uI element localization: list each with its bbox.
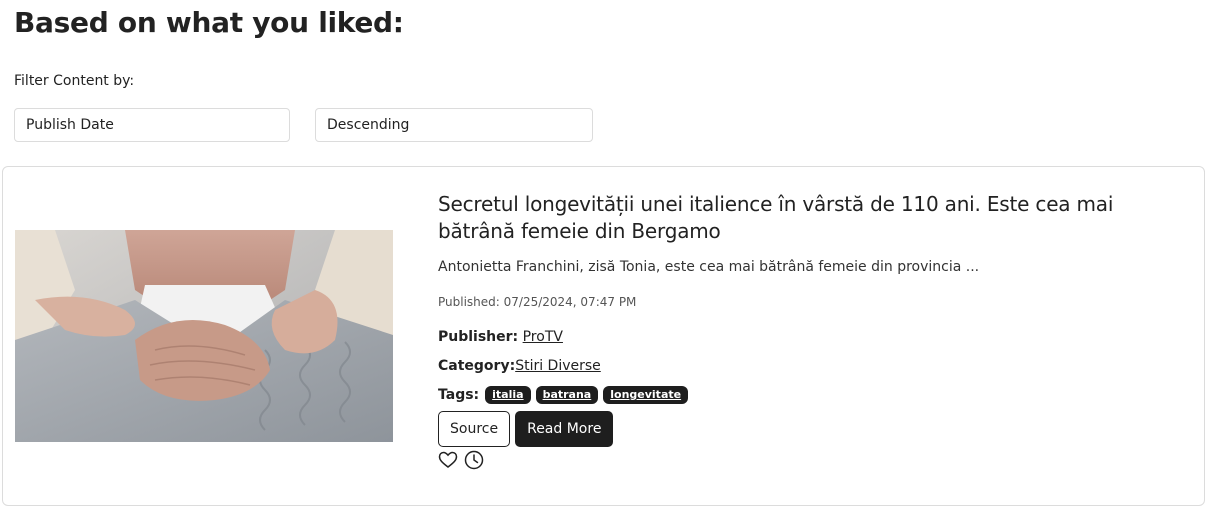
sort-field-value: Publish Date	[26, 117, 114, 133]
article-content: Secretul longevității unei italience în …	[438, 191, 1178, 470]
read-more-button[interactable]: Read More	[515, 411, 614, 447]
sort-order-select[interactable]: Descending	[315, 108, 593, 142]
article-image[interactable]	[15, 230, 393, 442]
article-published-date: Published: 07/25/2024, 07:47 PM	[438, 295, 637, 309]
heart-icon[interactable]	[438, 450, 458, 470]
article-card: Secretul longevității unei italience în …	[2, 166, 1205, 506]
category-label: Category:	[438, 358, 516, 374]
recommendations-page: Based on what you liked: Filter Content …	[0, 0, 1208, 516]
filter-label: Filter Content by:	[14, 73, 135, 89]
tags-label: Tags:	[438, 387, 480, 403]
tag-italia[interactable]: italia	[485, 386, 531, 404]
page-title: Based on what you liked:	[14, 6, 404, 39]
article-excerpt: Antonietta Franchini, zisă Tonia, este c…	[438, 259, 980, 275]
source-button[interactable]: Source	[438, 411, 511, 447]
tag-batrana[interactable]: batrana	[535, 386, 599, 404]
tags-line: Tags: italia batrana longevitate	[438, 386, 1178, 404]
article-title[interactable]: Secretul longevității unei italience în …	[438, 191, 1178, 245]
sort-order-value: Descending	[327, 117, 410, 133]
publisher-link[interactable]: ProTV	[523, 329, 563, 345]
article-actions: Source Read More	[438, 411, 1178, 447]
clock-icon[interactable]	[464, 450, 484, 470]
tag-longevitate[interactable]: longevitate	[603, 386, 689, 404]
article-photo-graphic	[15, 230, 393, 442]
publisher-label: Publisher:	[438, 329, 519, 345]
category-link[interactable]: Stiri Diverse	[515, 358, 601, 374]
article-icons	[438, 450, 1178, 470]
sort-field-select[interactable]: Publish Date	[14, 108, 290, 142]
category-line: Category:Stiri Diverse	[438, 358, 1178, 374]
publisher-line: Publisher: ProTV	[438, 329, 1178, 345]
